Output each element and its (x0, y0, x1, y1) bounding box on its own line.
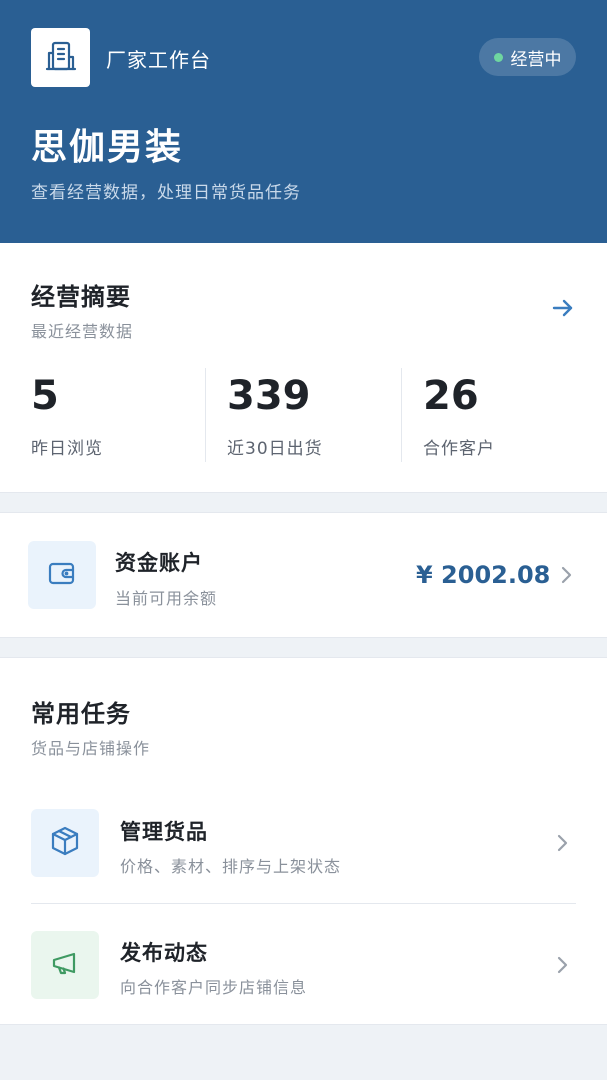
header: 厂家工作台 经营中 思伽男装 查看经营数据，处理日常货品任务 (0, 0, 607, 243)
task-subtitle: 向合作客户同步店铺信息 (120, 978, 308, 997)
stat-value: 5 (31, 373, 59, 419)
funds-subtitle: 当前可用余额 (115, 589, 218, 608)
chevron-right-icon (552, 829, 572, 857)
stat-value: 26 (423, 373, 479, 419)
status-dot-icon (493, 52, 503, 62)
stat-views[interactable]: 5 昨日浏览 (31, 368, 103, 464)
task-subtitle: 价格、素材、排序与上架状态 (120, 857, 342, 876)
stat-label: 近30日出货 (227, 439, 323, 459)
shop-logo (31, 28, 90, 87)
funds-amount: ¥ 2002.08 (416, 561, 551, 589)
summary-title: 经营摘要 (31, 283, 131, 311)
summary-subtitle: 最近经营数据 (31, 322, 134, 341)
megaphone-icon (49, 947, 81, 983)
workbench-label: 厂家工作台 (106, 48, 211, 72)
page-description: 查看经营数据，处理日常货品任务 (31, 183, 301, 203)
tasks-card: 常用任务 货品与店铺操作 管理货品 价格、素材、排序与上架状态 发布动态 向合作… (0, 657, 607, 1025)
status-label: 经营中 (510, 49, 562, 70)
chevron-right-icon (552, 951, 572, 979)
stat-value: 339 (227, 373, 311, 419)
tasks-title: 常用任务 (31, 700, 131, 728)
funds-title: 资金账户 (115, 551, 203, 575)
tasks-subtitle: 货品与店铺操作 (31, 739, 151, 758)
stat-label: 昨日浏览 (31, 439, 103, 459)
package-icon-tile (31, 809, 99, 877)
summary-card: 经营摘要 最近经营数据 5 昨日浏览 339 近30日出货 26 合作客户 (0, 243, 607, 493)
stat-divider (401, 368, 402, 462)
page-title: 思伽男装 (31, 127, 184, 168)
arrow-right-icon[interactable] (549, 294, 577, 322)
stat-customers[interactable]: 26 合作客户 (423, 368, 495, 464)
stat-label: 合作客户 (423, 439, 495, 459)
stats-row: 5 昨日浏览 339 近30日出货 26 合作客户 (0, 368, 607, 464)
megaphone-icon-tile (31, 931, 99, 999)
status-badge: 经营中 (479, 38, 576, 76)
funds-card[interactable]: 资金账户 当前可用余额 ¥ 2002.08 (0, 512, 607, 638)
chevron-right-icon (556, 561, 576, 589)
wallet-icon-tile (28, 541, 96, 609)
task-title: 发布动态 (120, 941, 208, 965)
stat-divider (205, 368, 206, 462)
package-icon (49, 825, 81, 861)
task-title: 管理货品 (120, 820, 208, 844)
row-divider (31, 903, 576, 904)
stat-shipments[interactable]: 339 近30日出货 (227, 368, 323, 464)
building-icon (44, 39, 78, 77)
wallet-icon (47, 558, 77, 592)
